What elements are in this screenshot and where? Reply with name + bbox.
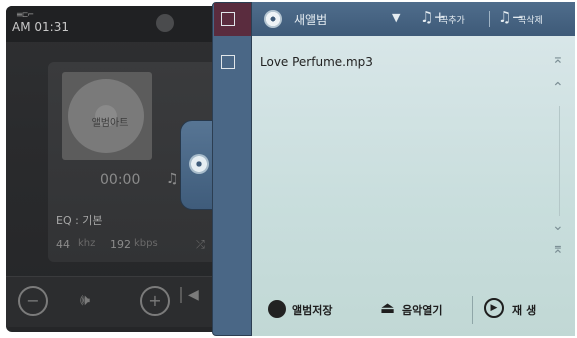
playlist-actions: 앨범저장 ⏏ 음악열기 ▶ 재생 [252, 286, 575, 336]
kbps-value: 192 [110, 238, 131, 251]
delete-song-label[interactable]: 곡삭제 [518, 13, 543, 26]
track-checkbox[interactable] [221, 55, 235, 69]
playlist-handle[interactable] [180, 120, 216, 210]
album-icon [264, 10, 282, 28]
select-all-checkbox[interactable] [221, 12, 235, 26]
khz-value: 44 [56, 238, 70, 251]
album-art-label: 앨범아트 [91, 118, 129, 129]
play-icon[interactable]: ▶ [484, 298, 504, 318]
scroll-top-icon[interactable]: ⌅ [552, 52, 564, 66]
clock: AM 01:31 [12, 20, 69, 34]
album-title[interactable]: 새앨범 [294, 11, 327, 28]
status-icon: ≡⊏⌐ [16, 10, 34, 19]
action-divider [472, 296, 473, 324]
volume-up-button[interactable]: + [140, 286, 170, 316]
previous-button[interactable]: ◀ [180, 287, 199, 303]
play-button[interactable]: 재생 [512, 302, 540, 318]
playlist-header: 새앨범 ▼ ♫+ 곡추가 ♫− 곡삭제 [252, 2, 575, 36]
scroll-track[interactable] [559, 106, 560, 216]
volume-down-button[interactable]: − [18, 286, 48, 316]
dropdown-icon[interactable]: ▼ [392, 11, 400, 24]
scroll-up-icon[interactable]: ⌃ [552, 80, 564, 96]
scroll-bottom-icon[interactable]: ⌆ [552, 242, 564, 256]
list-item[interactable]: Love Perfume.mp3 [260, 55, 373, 69]
note-icon: ♫ [166, 171, 179, 187]
header-divider [489, 11, 490, 27]
scroll-down-icon[interactable]: ⌄ [552, 218, 564, 234]
save-album-icon[interactable] [268, 300, 286, 318]
elapsed-time: 00:00 [100, 172, 141, 188]
khz-unit: khz [78, 238, 96, 249]
eq-label[interactable]: EQ : 기본 [56, 212, 103, 228]
album-art[interactable]: 앨범아트 [62, 72, 152, 160]
screen: ≡⊏⌐ AM 01:31 앨범아트 00:00 ♫ EQ : 기본 44 khz… [0, 0, 577, 338]
disc-icon [189, 154, 209, 174]
shuffle-icon[interactable]: ⤮ [196, 238, 205, 252]
speaker-icon[interactable]: 🕪 [80, 290, 90, 310]
kbps-unit: kbps [134, 238, 158, 249]
playlist-rail [212, 2, 252, 336]
save-album-button[interactable]: 앨범저장 [292, 302, 332, 318]
add-song-label[interactable]: 곡추가 [440, 13, 465, 26]
status-tab-icon[interactable] [156, 14, 174, 32]
eject-icon[interactable]: ⏏ [380, 298, 395, 317]
open-music-button[interactable]: 음악열기 [402, 302, 442, 318]
